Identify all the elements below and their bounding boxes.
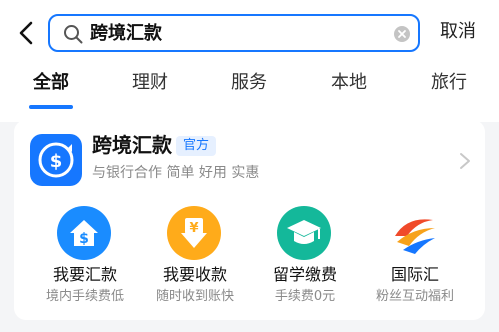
tab-local[interactable]: 本地 <box>331 70 367 96</box>
service-send-money[interactable]: $ 我要汇款 境内手续费低 <box>30 200 140 310</box>
active-tab-indicator <box>29 105 73 109</box>
globe-logo-icon <box>392 211 436 255</box>
service-desc: 随时收到账快 <box>155 289 234 304</box>
top-bar: 跨境汇款 取消 全部 理财 服务 本地 旅行 <box>0 0 499 122</box>
tab-all[interactable]: 全部 <box>33 70 69 96</box>
app-title[interactable]: 跨境汇款 <box>92 132 172 158</box>
yen-download-icon: ¥ <box>167 206 221 260</box>
search-input[interactable]: 跨境汇款 <box>90 23 162 45</box>
service-name: 留学缴费 <box>272 265 337 284</box>
service-tuition-payment[interactable]: 留学缴费 手续费0元 <box>250 200 360 310</box>
chevron-right-icon[interactable] <box>459 152 471 170</box>
service-name: 我要汇款 <box>52 265 117 284</box>
dollar-house-icon: $ <box>57 206 111 260</box>
cross-border-remittance-app-icon[interactable]: $ <box>30 134 82 186</box>
back-arrow-icon[interactable] <box>14 20 40 46</box>
tab-services[interactable]: 服务 <box>231 70 267 96</box>
cancel-button[interactable]: 取消 <box>440 20 476 44</box>
service-desc: 境内手续费低 <box>45 289 124 304</box>
tab-travel[interactable]: 旅行 <box>431 70 467 96</box>
service-name: 我要收款 <box>162 265 227 284</box>
service-international-remit[interactable]: 国际汇 粉丝互动福利 <box>360 200 470 310</box>
result-card[interactable]: $ 跨境汇款 官方 与银行合作 简单 好用 实惠 $ 我要汇款 境内手续费低 ¥… <box>14 120 485 320</box>
clear-icon[interactable] <box>394 26 410 42</box>
search-bar[interactable]: 跨境汇款 <box>48 14 420 52</box>
service-desc: 手续费0元 <box>274 289 336 304</box>
app-subtitle: 与银行合作 简单 好用 实惠 <box>92 165 260 181</box>
search-icon <box>64 25 83 44</box>
svg-text:¥: ¥ <box>189 221 198 236</box>
tab-finance[interactable]: 理财 <box>132 70 168 96</box>
official-badge: 官方 <box>176 136 217 156</box>
svg-text:$: $ <box>79 231 89 247</box>
service-name: 国际汇 <box>390 265 439 284</box>
svg-text:$: $ <box>50 151 63 172</box>
service-receive-money[interactable]: ¥ 我要收款 随时收到账快 <box>140 200 250 310</box>
category-tabs: 全部 理财 服务 本地 旅行 <box>0 70 499 110</box>
service-desc: 粉丝互动福利 <box>375 289 454 304</box>
graduation-cap-icon <box>277 206 331 260</box>
